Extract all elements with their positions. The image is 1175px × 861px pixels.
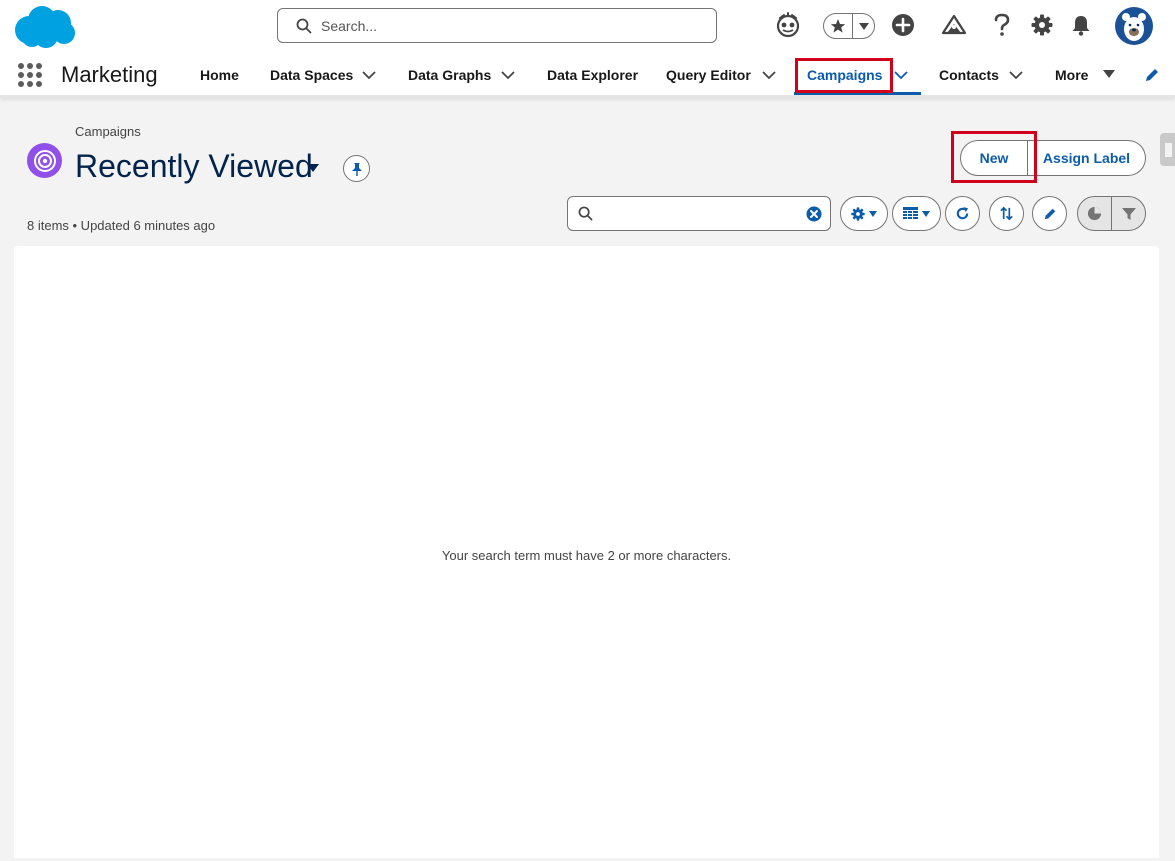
sort-arrows-icon: [999, 206, 1014, 221]
refresh-icon: [955, 206, 970, 221]
nav-item-data-explorer[interactable]: Data Explorer: [547, 52, 638, 98]
data-spaces-chevron-down-icon[interactable]: [361, 67, 377, 83]
refresh-button[interactable]: [945, 196, 980, 231]
charts-filters-toggle-group: [1077, 196, 1146, 231]
global-search-input[interactable]: [321, 17, 701, 34]
nav-item-query-editor[interactable]: Query Editor: [666, 52, 751, 98]
setup-gear-icon[interactable]: [1030, 10, 1054, 40]
active-tab-indicator: [794, 92, 921, 95]
einstein-icon[interactable]: [775, 10, 801, 40]
chart-pie-icon[interactable]: [1078, 197, 1112, 230]
more-caret-down-icon[interactable]: [1102, 69, 1118, 85]
list-search-box[interactable]: [567, 196, 831, 231]
list-view-controls-button[interactable]: [840, 196, 888, 231]
data-graphs-chevron-down-icon[interactable]: [500, 67, 516, 83]
nav-item-data-graphs[interactable]: Data Graphs: [408, 52, 491, 98]
search-icon: [296, 18, 312, 34]
notifications-bell-icon[interactable]: [1069, 10, 1093, 40]
breadcrumb[interactable]: Campaigns: [75, 124, 141, 139]
edit-list-button[interactable]: [1032, 196, 1067, 231]
display-as-button[interactable]: [892, 196, 941, 231]
new-button[interactable]: New: [960, 140, 1028, 176]
edit-nav-pencil-icon[interactable]: [1144, 67, 1160, 83]
nav-item-home[interactable]: Home: [200, 52, 239, 98]
list-view-switch-caret-down-icon[interactable]: [306, 160, 320, 172]
global-search-box[interactable]: [277, 8, 717, 43]
favorites-menu-icon[interactable]: [853, 14, 874, 38]
app-name: Marketing: [61, 62, 158, 87]
sort-button[interactable]: [989, 196, 1024, 231]
search-icon: [578, 206, 593, 221]
list-view-panel: Your search term must have 2 or more cha…: [14, 246, 1159, 858]
contacts-chevron-down-icon[interactable]: [1008, 67, 1024, 83]
gear-icon: [851, 206, 865, 221]
salesforce-logo[interactable]: [12, 4, 78, 50]
table-icon: [903, 207, 918, 220]
help-icon[interactable]: [991, 10, 1013, 40]
query-editor-chevron-down-icon[interactable]: [761, 67, 777, 83]
clear-search-icon[interactable]: [806, 206, 822, 222]
empty-state-message: Your search term must have 2 or more cha…: [441, 548, 732, 563]
favorites-star-icon[interactable]: [824, 14, 853, 38]
list-status-text: 8 items • Updated 6 minutes ago: [27, 218, 216, 233]
list-view-title: Recently Viewed: [75, 148, 313, 184]
utility-panel-tab[interactable]: [1160, 133, 1175, 166]
app-launcher-icon[interactable]: [18, 63, 42, 87]
pin-icon: [351, 162, 363, 176]
assign-label-button[interactable]: Assign Label: [1028, 140, 1146, 176]
pencil-icon: [1043, 207, 1057, 221]
campaigns-chevron-down-icon[interactable]: [893, 67, 909, 83]
nav-item-contacts[interactable]: Contacts: [939, 52, 999, 98]
global-actions-icon[interactable]: [891, 10, 915, 40]
filter-funnel-icon[interactable]: [1112, 197, 1145, 230]
list-actions-button-group: New Assign Label: [960, 140, 1146, 176]
campaign-target-icon: [27, 143, 62, 178]
app-navigation-bar: Marketing Home Data Spaces Data Graphs D…: [0, 52, 1175, 98]
pin-list-view-button[interactable]: [343, 155, 370, 182]
user-avatar[interactable]: [1115, 7, 1153, 45]
nav-item-data-spaces[interactable]: Data Spaces: [270, 52, 353, 98]
list-search-input[interactable]: [599, 206, 799, 221]
trailhead-icon[interactable]: [941, 10, 967, 40]
caret-down-icon: [922, 210, 930, 217]
favorites-group: [823, 13, 875, 39]
nav-item-more[interactable]: More: [1055, 52, 1088, 98]
caret-down-icon: [869, 210, 877, 217]
global-header: [0, 0, 1175, 52]
